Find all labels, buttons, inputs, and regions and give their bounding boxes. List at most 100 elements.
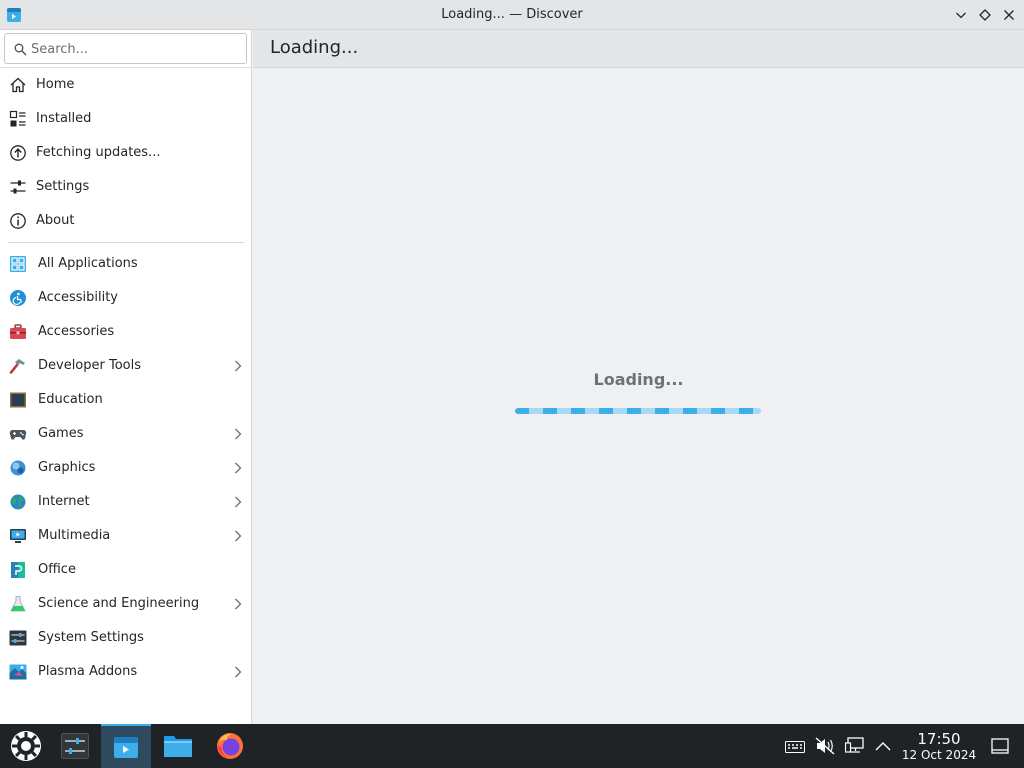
category-accessibility[interactable]: Accessibility bbox=[0, 281, 252, 315]
chevron-right-icon bbox=[235, 666, 242, 678]
globe-icon bbox=[9, 493, 27, 511]
close-icon bbox=[1004, 10, 1014, 20]
grid-icon bbox=[9, 255, 27, 273]
category-label: All Applications bbox=[38, 256, 138, 271]
office-icon bbox=[9, 561, 27, 579]
maximize-button[interactable] bbox=[976, 6, 994, 24]
show-desktop-button[interactable] bbox=[989, 736, 1011, 756]
category-graphics[interactable]: Graphics bbox=[0, 451, 252, 485]
page-header: Loading... bbox=[253, 30, 1024, 68]
keyboard-layout-tray[interactable] bbox=[784, 736, 806, 756]
search-icon bbox=[14, 43, 27, 56]
category-label: Education bbox=[38, 392, 103, 407]
minimize-button[interactable] bbox=[952, 6, 970, 24]
settings-icon bbox=[9, 178, 27, 196]
category-multimedia[interactable]: Multimedia bbox=[0, 519, 252, 553]
hammer-icon bbox=[9, 357, 27, 375]
update-icon bbox=[9, 144, 27, 162]
category-science[interactable]: Science and Engineering bbox=[0, 587, 252, 621]
nav-installed[interactable]: Installed bbox=[0, 102, 252, 136]
taskbar: 17:50 12 Oct 2024 bbox=[0, 724, 1024, 768]
nav-home[interactable]: Home bbox=[0, 68, 252, 102]
category-games[interactable]: Games bbox=[0, 417, 252, 451]
loading-text: Loading... bbox=[593, 370, 684, 389]
volume-tray[interactable] bbox=[814, 736, 836, 756]
diamond-icon bbox=[979, 9, 991, 21]
clock-time: 17:50 bbox=[917, 730, 961, 748]
window-title: Loading... — Discover bbox=[441, 7, 583, 22]
search-input[interactable] bbox=[31, 38, 241, 60]
folder-icon bbox=[164, 736, 192, 757]
chevron-right-icon bbox=[235, 360, 242, 372]
info-icon bbox=[9, 212, 27, 230]
chalkboard-icon bbox=[9, 391, 27, 409]
nav-settings-label: Settings bbox=[36, 179, 90, 194]
nav-settings[interactable]: Settings bbox=[0, 170, 252, 204]
chevron-right-icon bbox=[235, 428, 242, 440]
category-label: System Settings bbox=[38, 630, 144, 645]
nav-installed-label: Installed bbox=[36, 111, 92, 126]
desktop-icon bbox=[991, 738, 1009, 754]
chevron-right-icon bbox=[235, 496, 242, 508]
show-hidden-icons-button[interactable] bbox=[872, 736, 894, 756]
keyboard-icon bbox=[785, 741, 805, 753]
flask-icon bbox=[9, 595, 27, 613]
graphics-icon bbox=[9, 459, 27, 477]
chevron-up-icon bbox=[875, 742, 891, 751]
nav-updates-label: Fetching updates... bbox=[36, 145, 161, 160]
category-internet[interactable]: Internet bbox=[0, 485, 252, 519]
firefox-icon bbox=[217, 733, 243, 759]
close-button[interactable] bbox=[1000, 6, 1018, 24]
chevron-down-icon bbox=[956, 12, 966, 19]
category-label: Developer Tools bbox=[38, 358, 142, 373]
category-all-applications[interactable]: All Applications bbox=[0, 247, 252, 281]
sidebar: Home Installed Fetching updates... Setti… bbox=[0, 30, 252, 724]
chevron-right-icon bbox=[235, 462, 242, 474]
category-label: Multimedia bbox=[38, 528, 111, 543]
chevron-right-icon bbox=[235, 530, 242, 542]
chevron-right-icon bbox=[235, 598, 242, 610]
application-launcher-button[interactable] bbox=[0, 724, 52, 768]
category-education[interactable]: Education bbox=[0, 383, 252, 417]
taskbar-discover[interactable] bbox=[101, 724, 151, 768]
network-tray[interactable] bbox=[844, 736, 866, 756]
category-label: Accessories bbox=[38, 324, 115, 339]
nav-home-label: Home bbox=[36, 77, 75, 92]
system-settings-icon bbox=[9, 629, 27, 647]
category-label: Games bbox=[38, 426, 84, 441]
taskbar-system-settings[interactable] bbox=[52, 724, 98, 768]
category-label: Science and Engineering bbox=[38, 596, 200, 611]
accessibility-icon bbox=[9, 289, 27, 307]
multimedia-icon bbox=[9, 527, 27, 545]
volume-muted-icon bbox=[815, 737, 835, 755]
clock-date: 12 Oct 2024 bbox=[901, 748, 977, 762]
category-accessories[interactable]: Accessories bbox=[0, 315, 252, 349]
category-label: Graphics bbox=[38, 460, 96, 475]
category-office[interactable]: Office bbox=[0, 553, 252, 587]
page-title: Loading... bbox=[270, 37, 359, 58]
digital-clock[interactable]: 17:50 12 Oct 2024 bbox=[898, 730, 980, 762]
category-system-settings[interactable]: System Settings bbox=[0, 621, 252, 655]
category-label: Internet bbox=[38, 494, 90, 509]
main-content: Loading... bbox=[253, 68, 1024, 724]
gamepad-icon bbox=[9, 425, 27, 443]
category-label: Plasma Addons bbox=[38, 664, 138, 679]
sidebar-separator bbox=[8, 242, 244, 243]
nav-about-label: About bbox=[36, 213, 75, 228]
search-box[interactable] bbox=[4, 33, 247, 64]
system-settings-icon bbox=[61, 733, 89, 759]
nav-about[interactable]: About bbox=[0, 204, 252, 238]
category-label: Accessibility bbox=[38, 290, 118, 305]
plasma-addons-icon bbox=[9, 663, 27, 681]
taskbar-dolphin[interactable] bbox=[154, 724, 202, 768]
kde-logo-icon bbox=[11, 731, 41, 761]
loading-progress-bar bbox=[515, 408, 761, 414]
home-icon bbox=[9, 76, 27, 94]
category-plasma-addons[interactable]: Plasma Addons bbox=[0, 655, 252, 689]
title-bar: Loading... — Discover bbox=[0, 0, 1024, 30]
discover-icon bbox=[114, 737, 138, 758]
taskbar-firefox[interactable] bbox=[207, 724, 253, 768]
category-developer-tools[interactable]: Developer Tools bbox=[0, 349, 252, 383]
nav-updates[interactable]: Fetching updates... bbox=[0, 136, 252, 170]
network-wired-icon bbox=[845, 737, 864, 753]
